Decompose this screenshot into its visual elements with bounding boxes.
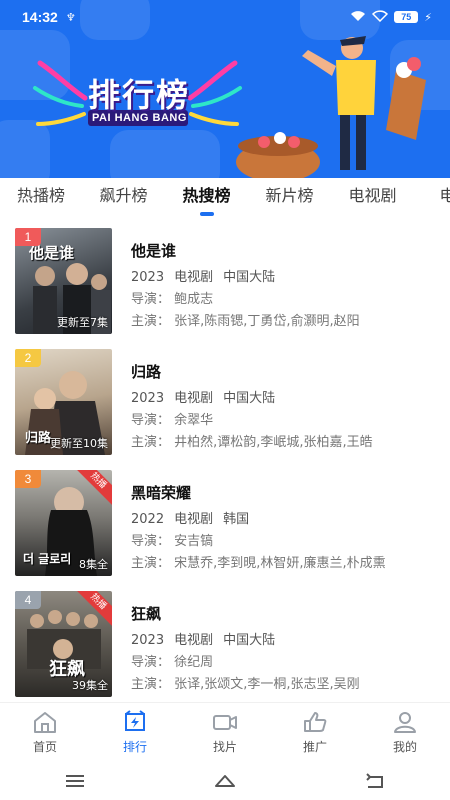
- episode-status: 更新至10集: [50, 437, 108, 450]
- status-time: 14:32: [22, 9, 58, 25]
- rank-badge: 2: [15, 349, 41, 367]
- thumbs-up-icon: [304, 712, 327, 732]
- rank-badge: 3: [15, 470, 41, 488]
- item-year: 2023: [131, 391, 165, 406]
- item-director: 导演： 余翠华: [131, 413, 214, 427]
- item-region: 中国大陆: [223, 391, 276, 406]
- charging-icon: ⚡: [424, 10, 432, 24]
- poster-title: 더 글로리: [23, 552, 72, 566]
- tab-hot-play[interactable]: 热播榜: [0, 178, 82, 222]
- item-meta: 2023 电视剧 中国大陆: [131, 629, 431, 648]
- poster-title: 归路: [25, 431, 52, 446]
- ranking-banner: 14:32 ♆ 75 ⚡ 排行榜 PAI HANG BANG: [0, 0, 450, 178]
- item-region: 中国大陆: [223, 633, 276, 648]
- poster-image[interactable]: 더 글로리 3 热播 8集全: [15, 470, 112, 576]
- nav-promote[interactable]: 推广: [270, 703, 360, 762]
- profile-icon: [394, 712, 416, 733]
- item-title[interactable]: 狂飙: [131, 603, 431, 625]
- tab-tv-series[interactable]: 电视剧: [331, 178, 414, 222]
- menu-icon[interactable]: [64, 773, 86, 789]
- poster-image[interactable]: 狂飙 4 热播 39集全: [15, 591, 112, 697]
- wifi-icon: [350, 10, 366, 25]
- wifi-6-icon: [372, 9, 389, 25]
- bottom-navigation: 首页 排行 找片 推广 我的: [0, 702, 450, 762]
- item-type: 电视剧: [174, 270, 214, 285]
- nav-home[interactable]: 首页: [0, 703, 90, 762]
- list-item[interactable]: 狂飙 4 热播 39集全 狂飙 2023 电视剧 中国大陆 导演： 徐纪周 主演： …: [0, 585, 450, 697]
- status-bar: 14:32 ♆ 75 ⚡: [0, 0, 450, 34]
- item-cast: 主演： 井柏然,谭松韵,李岷城,张柏嘉,王皓: [131, 435, 373, 449]
- nav-profile[interactable]: 我的: [360, 703, 450, 762]
- home-icon: [34, 712, 56, 733]
- item-meta: 2023 电视剧 中国大陆: [131, 266, 431, 285]
- nav-home-label: 首页: [32, 740, 57, 754]
- item-type: 电视剧: [174, 633, 214, 648]
- tab-movies[interactable]: 电影: [414, 178, 450, 222]
- item-director: 导演： 安吉镐: [131, 534, 214, 548]
- tab-rising[interactable]: 飙升榜: [82, 178, 165, 222]
- item-type: 电视剧: [174, 391, 214, 406]
- item-year: 2023: [131, 633, 165, 648]
- nav-ranking-label: 排行: [122, 740, 147, 754]
- nav-promote-label: 推广: [302, 740, 327, 754]
- app-screen: 14:32 ♆ 75 ⚡ 排行榜 PAI HANG BANG 热播榜 飙升榜 热…: [0, 0, 450, 800]
- list-item[interactable]: 더 글로리 3 热播 8集全 黑暗荣耀 2022 电视剧 韩国 导演： 安吉镐 主演…: [0, 464, 450, 576]
- episode-status: 39集全: [72, 679, 108, 692]
- tab-hot-search[interactable]: 热搜榜: [165, 178, 248, 222]
- poster-image[interactable]: 他是谁 1 更新至7集: [15, 228, 112, 334]
- battery-indicator: 75: [394, 11, 419, 23]
- item-region: 中国大陆: [223, 270, 276, 285]
- category-tabs: 热播榜 飙升榜 热搜榜 新片榜 电视剧 电影: [0, 178, 450, 222]
- item-region: 韩国: [223, 512, 250, 527]
- item-meta: 2022 电视剧 韩国: [131, 508, 431, 527]
- episode-status: 更新至7集: [57, 316, 108, 329]
- item-type: 电视剧: [174, 512, 214, 527]
- banner-title-art: 排行榜 PAI HANG BANG: [30, 58, 245, 138]
- episode-status: 8集全: [79, 558, 108, 571]
- item-title[interactable]: 归路: [131, 361, 431, 383]
- item-director: 导演： 鲍成志: [131, 292, 214, 306]
- item-cast: 主演： 张译,张颂文,李一桐,张志坚,吴刚: [131, 677, 360, 691]
- nav-profile-label: 我的: [392, 740, 417, 754]
- item-title[interactable]: 黑暗荣耀: [131, 482, 431, 504]
- nav-find-label: 找片: [212, 740, 237, 754]
- person-illustration-icon: [236, 36, 426, 178]
- item-year: 2022: [131, 512, 165, 527]
- ranking-list: 他是谁 1 更新至7集 他是谁 2023 电视剧 中国大陆 导演： 鲍成志 主演： …: [0, 222, 450, 702]
- item-info: 黑暗荣耀 2022 电视剧 韩国 导演： 安吉镐 主演： 宋慧乔,李到晛,林智妍,廉…: [131, 482, 431, 570]
- item-info: 狂飙 2023 电视剧 中国大陆 导演： 徐纪周 主演： 张译,张颂文,李一桐,张志…: [131, 603, 431, 691]
- system-navigation-bar: [0, 762, 450, 800]
- poster-image[interactable]: 归路 2 更新至10集: [15, 349, 112, 455]
- back-icon[interactable]: [364, 773, 386, 789]
- home-button-icon[interactable]: [214, 773, 236, 789]
- ranking-icon: [125, 710, 145, 731]
- tab-new-release[interactable]: 新片榜: [248, 178, 331, 222]
- list-item[interactable]: 他是谁 1 更新至7集 他是谁 2023 电视剧 中国大陆 导演： 鲍成志 主演： …: [0, 222, 450, 334]
- item-cast: 主演： 张译,陈雨锶,丁勇岱,俞灏明,赵阳: [131, 314, 360, 328]
- item-info: 归路 2023 电视剧 中国大陆 导演： 余翠华 主演： 井柏然,谭松韵,李岷城,张…: [131, 361, 431, 449]
- item-title[interactable]: 他是谁: [131, 240, 431, 262]
- list-item[interactable]: 归路 2 更新至10集 归路 2023 电视剧 中国大陆 导演： 余翠华 主演： 井…: [0, 343, 450, 455]
- video-icon: [213, 715, 237, 730]
- item-cast: 主演： 宋慧乔,李到晛,林智妍,廉惠兰,朴成熏: [131, 556, 386, 570]
- nav-ranking[interactable]: 排行: [90, 703, 180, 762]
- rank-badge: 1: [15, 228, 41, 246]
- item-year: 2023: [131, 270, 165, 285]
- usb-icon: ♆: [65, 10, 76, 24]
- item-info: 他是谁 2023 电视剧 中国大陆 导演： 鲍成志 主演： 张译,陈雨锶,丁勇岱,俞…: [131, 240, 431, 328]
- banner-title: 排行榜: [88, 76, 191, 114]
- item-meta: 2023 电视剧 中国大陆: [131, 387, 431, 406]
- rank-badge: 4: [15, 591, 41, 609]
- banner-subtitle: PAI HANG BANG: [92, 112, 187, 124]
- item-director: 导演： 徐纪周: [131, 655, 214, 669]
- nav-find[interactable]: 找片: [180, 703, 270, 762]
